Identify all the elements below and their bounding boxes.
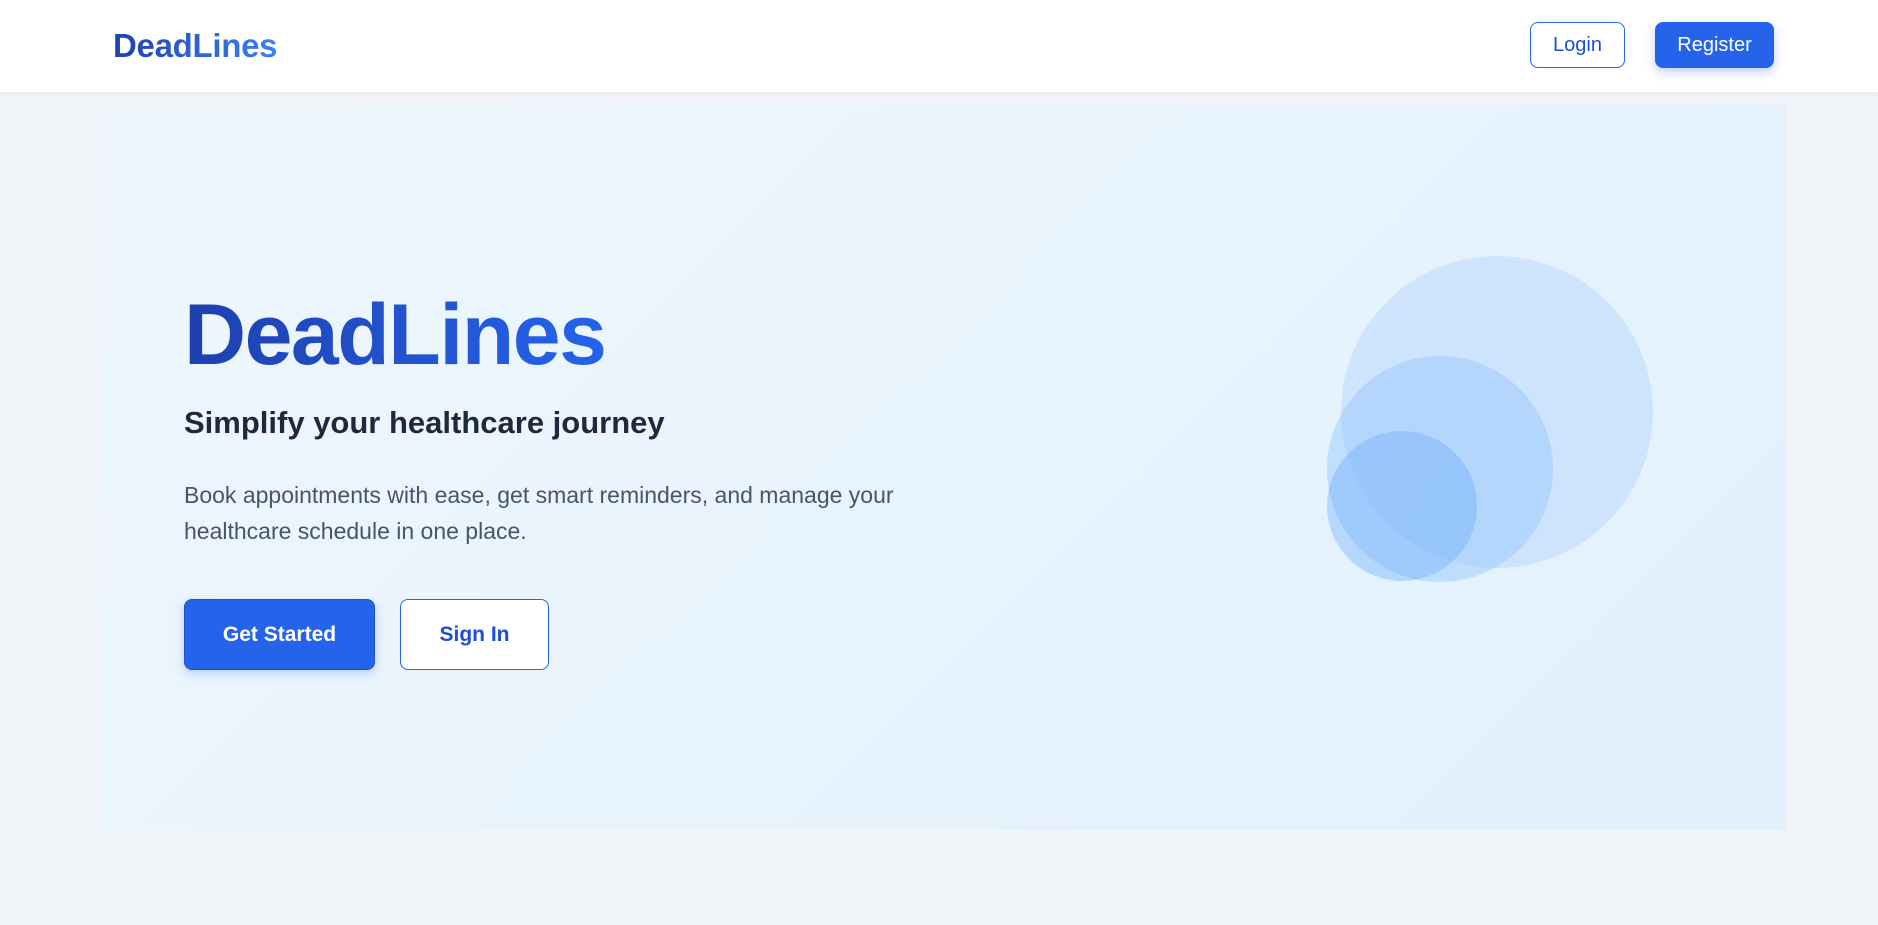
hero-description: Book appointments with ease, get smart r…	[184, 482, 894, 544]
hero-title: DeadLines	[184, 287, 607, 383]
login-button[interactable]: Login	[1530, 22, 1625, 68]
register-button[interactable]: Register	[1655, 22, 1774, 68]
sign-in-button[interactable]: Sign In	[400, 599, 549, 670]
hero-subtitle: Simplify your healthcare journey	[184, 405, 665, 440]
top-navbar: DeadLines Login Register	[0, 0, 1878, 92]
get-started-button[interactable]: Get Started	[184, 599, 375, 670]
hero-section: DeadLines Simplify your healthcare journ…	[101, 105, 1786, 830]
decorative-circle-small	[1327, 431, 1477, 581]
brand-logo[interactable]: DeadLines	[113, 24, 277, 68]
